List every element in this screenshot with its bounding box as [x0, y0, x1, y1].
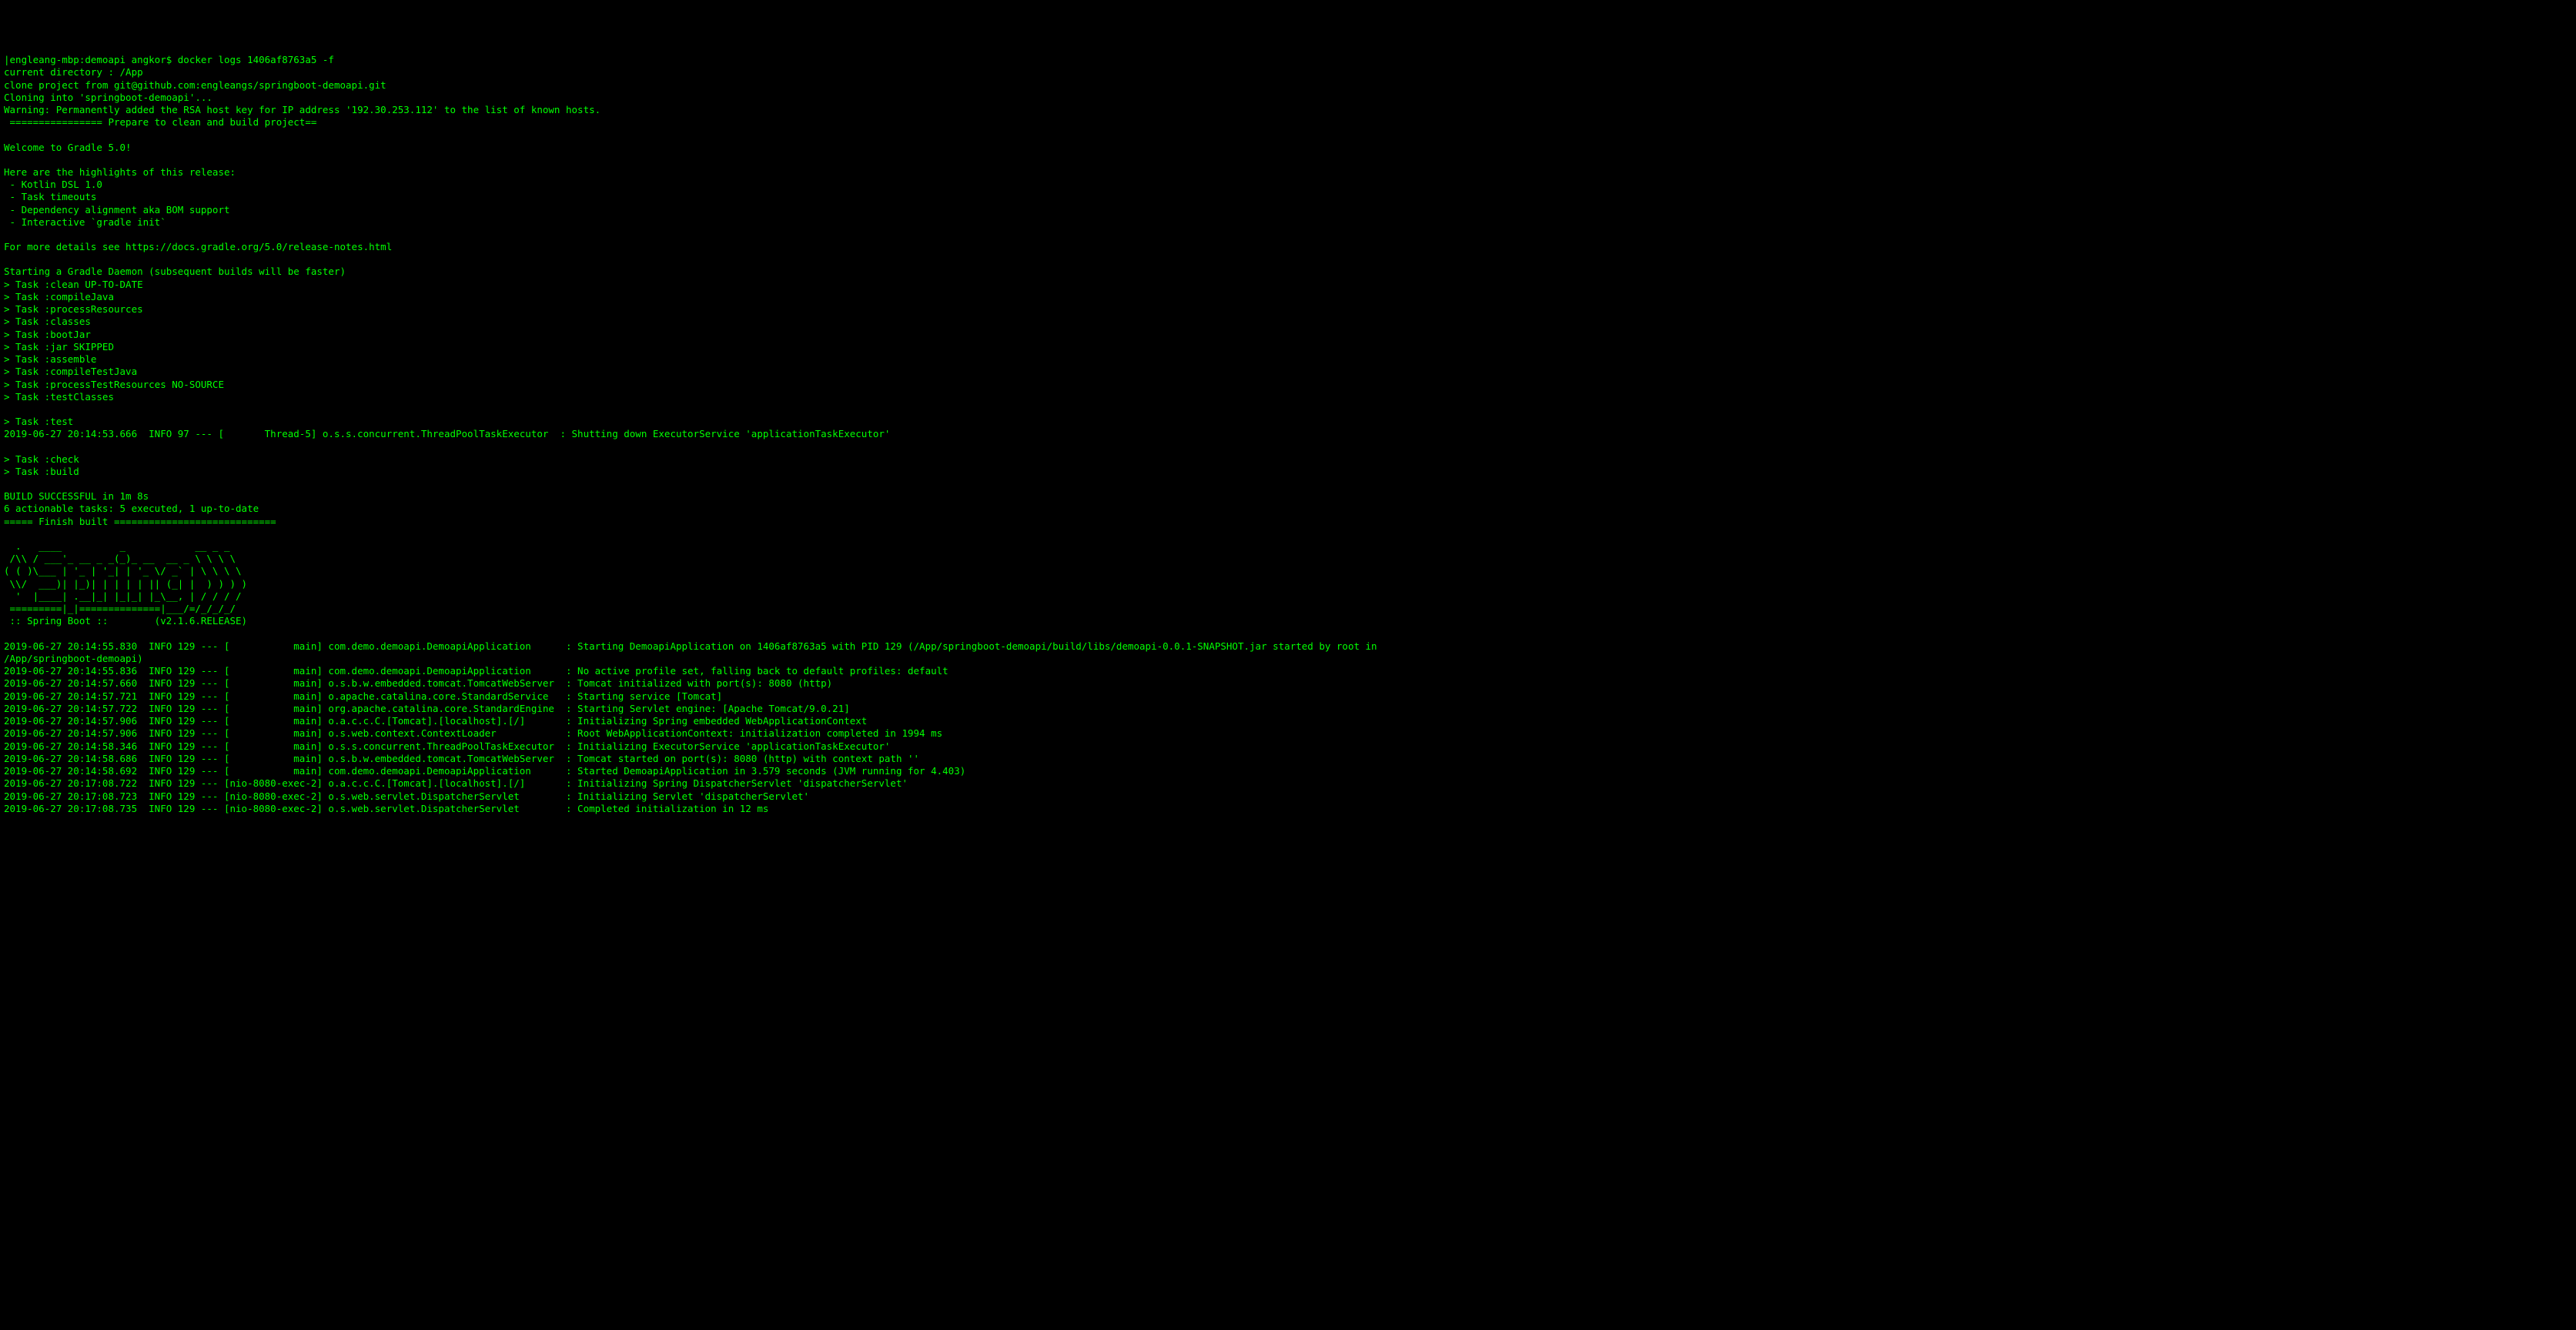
- terminal-line: Starting a Gradle Daemon (subsequent bui…: [4, 266, 2572, 278]
- terminal-output[interactable]: |engleang-mbp:demoapi angkor$ docker log…: [4, 54, 2572, 815]
- terminal-line: \\/ ___)| |_)| | | | | || (_| | ) ) ) ): [4, 578, 2572, 590]
- terminal-line: 2019-06-27 20:17:08.722 INFO 129 --- [ni…: [4, 777, 2572, 790]
- terminal-line: BUILD SUCCESSFUL in 1m 8s: [4, 490, 2572, 503]
- terminal-line: 6 actionable tasks: 5 executed, 1 up-to-…: [4, 503, 2572, 515]
- terminal-line: > Task :compileJava: [4, 291, 2572, 303]
- terminal-line: > Task :assemble: [4, 353, 2572, 366]
- terminal-line: > Task :processResources: [4, 303, 2572, 316]
- terminal-line: /App/springboot-demoapi): [4, 653, 2572, 665]
- terminal-line: Here are the highlights of this release:: [4, 166, 2572, 179]
- terminal-line: [4, 528, 2572, 540]
- terminal-line: 2019-06-27 20:14:58.692 INFO 129 --- [ m…: [4, 765, 2572, 777]
- terminal-line: Cloning into 'springboot-demoapi'...: [4, 92, 2572, 104]
- terminal-line: 2019-06-27 20:17:08.735 INFO 129 --- [ni…: [4, 803, 2572, 815]
- terminal-line: > Task :compileTestJava: [4, 366, 2572, 378]
- terminal-line: Warning: Permanently added the RSA host …: [4, 104, 2572, 116]
- terminal-line: [4, 253, 2572, 266]
- terminal-line: 2019-06-27 20:14:57.660 INFO 129 --- [ m…: [4, 677, 2572, 690]
- terminal-line: > Task :build: [4, 466, 2572, 478]
- terminal-line: =========|_|==============|___/=/_/_/_/: [4, 603, 2572, 615]
- terminal-line: > Task :clean UP-TO-DATE: [4, 279, 2572, 291]
- terminal-line: :: Spring Boot :: (v2.1.6.RELEASE): [4, 615, 2572, 627]
- terminal-line: 2019-06-27 20:14:57.906 INFO 129 --- [ m…: [4, 727, 2572, 740]
- terminal-line: 2019-06-27 20:14:58.686 INFO 129 --- [ m…: [4, 753, 2572, 765]
- terminal-line: ================ Prepare to clean and bu…: [4, 116, 2572, 129]
- terminal-line: For more details see https://docs.gradle…: [4, 241, 2572, 253]
- terminal-line: 2019-06-27 20:14:57.722 INFO 129 --- [ m…: [4, 703, 2572, 715]
- terminal-line: 2019-06-27 20:14:57.721 INFO 129 --- [ m…: [4, 690, 2572, 703]
- terminal-line: [4, 628, 2572, 640]
- terminal-line: [4, 441, 2572, 453]
- terminal-line: > Task :test: [4, 416, 2572, 428]
- terminal-line: - Dependency alignment aka BOM support: [4, 204, 2572, 216]
- terminal-line: 2019-06-27 20:17:08.723 INFO 129 --- [ni…: [4, 790, 2572, 803]
- terminal-line: > Task :processTestResources NO-SOURCE: [4, 379, 2572, 391]
- terminal-line: 2019-06-27 20:14:53.666 INFO 97 --- [ Th…: [4, 428, 2572, 440]
- terminal-line: /\\ / ___'_ __ _ _(_)_ __ __ _ \ \ \ \: [4, 553, 2572, 565]
- terminal-line: ' |____| .__|_| |_|_| |_\__, | / / / /: [4, 590, 2572, 603]
- terminal-line: Welcome to Gradle 5.0!: [4, 142, 2572, 154]
- terminal-line: - Kotlin DSL 1.0: [4, 179, 2572, 191]
- terminal-line: clone project from git@github.com:englea…: [4, 79, 2572, 92]
- terminal-line: - Interactive `gradle init`: [4, 216, 2572, 229]
- terminal-line: > Task :classes: [4, 316, 2572, 328]
- terminal-line: ===== Finish built =====================…: [4, 516, 2572, 528]
- terminal-line: > Task :bootJar: [4, 329, 2572, 341]
- terminal-line: - Task timeouts: [4, 191, 2572, 203]
- terminal-line: [4, 229, 2572, 241]
- terminal-line: > Task :testClasses: [4, 391, 2572, 403]
- terminal-line: ( ( )\___ | '_ | '_| | '_ \/ _` | \ \ \ …: [4, 565, 2572, 577]
- terminal-line: [4, 154, 2572, 166]
- terminal-line: 2019-06-27 20:14:58.346 INFO 129 --- [ m…: [4, 740, 2572, 753]
- terminal-line: . ____ _ __ _ _: [4, 540, 2572, 553]
- terminal-line: 2019-06-27 20:14:55.830 INFO 129 --- [ m…: [4, 640, 2572, 653]
- terminal-line: > Task :check: [4, 453, 2572, 466]
- terminal-line: |engleang-mbp:demoapi angkor$ docker log…: [4, 54, 2572, 66]
- terminal-line: 2019-06-27 20:14:55.836 INFO 129 --- [ m…: [4, 665, 2572, 677]
- terminal-line: current directory : /App: [4, 66, 2572, 79]
- terminal-line: > Task :jar SKIPPED: [4, 341, 2572, 353]
- terminal-line: [4, 129, 2572, 142]
- terminal-line: [4, 403, 2572, 416]
- terminal-line: 2019-06-27 20:14:57.906 INFO 129 --- [ m…: [4, 715, 2572, 727]
- terminal-line: [4, 478, 2572, 490]
